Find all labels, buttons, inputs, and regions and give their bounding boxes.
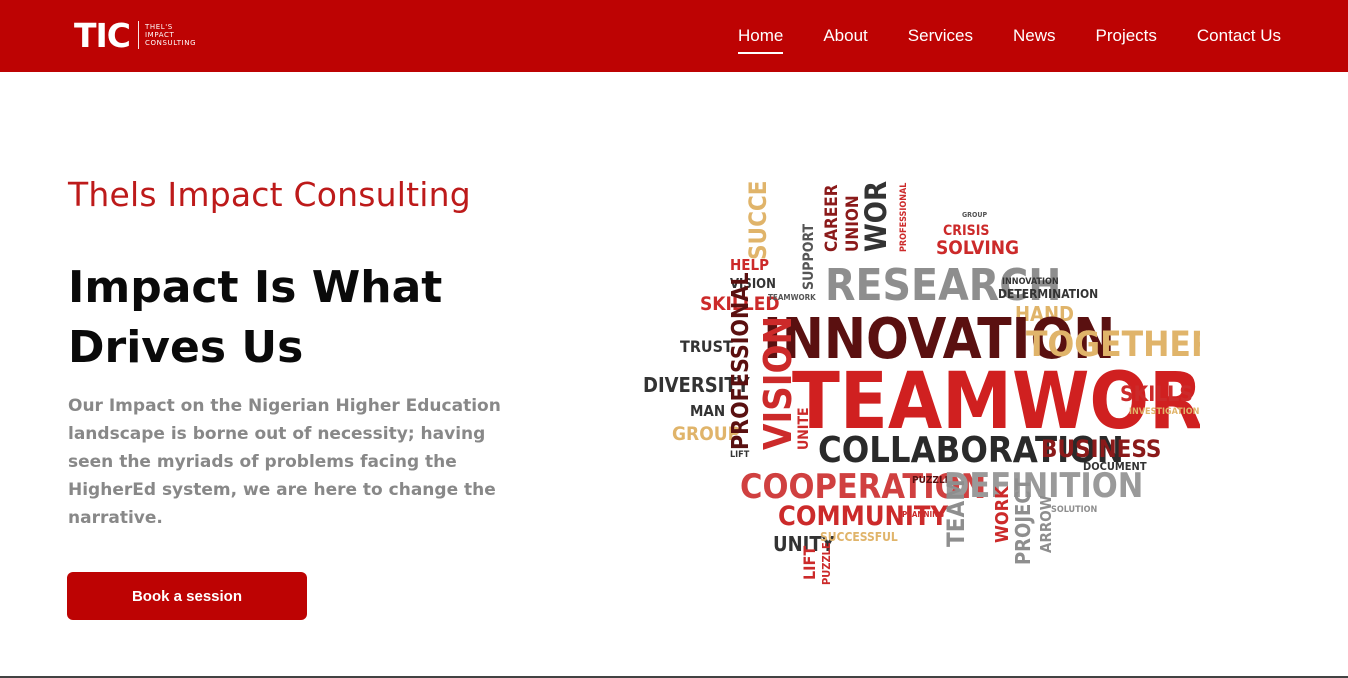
word-cloud-word: WORK: [992, 485, 1013, 543]
hero-headline-line: Impact Is What: [68, 262, 443, 313]
word-cloud-word: TEAM: [942, 479, 970, 547]
word-cloud-word: MAN: [690, 402, 725, 420]
brand-logo[interactable]: TIC THEL'S IMPACT CONSULTING: [74, 18, 196, 52]
word-cloud-word: SKILLS: [1120, 382, 1193, 406]
word-cloud-word: LIFT: [800, 546, 819, 580]
word-cloud-word: SUCCESSFUL: [820, 530, 898, 544]
word-cloud-word: SOLVING: [936, 237, 1019, 259]
hero-eyebrow: Thels Impact Consulting: [68, 175, 471, 214]
nav-link-services[interactable]: Services: [908, 22, 973, 50]
word-cloud-image: SUCCESS CAREER UNIONWORK PROFESSIONAL GROUPC…: [643, 180, 1200, 585]
word-cloud-word: SOLUTION: [1051, 505, 1098, 515]
hero-headline-line: Drives Us: [68, 322, 304, 373]
word-cloud-word: DETERMINATION: [998, 287, 1098, 301]
word-cloud-word: PUZZLE: [820, 542, 833, 585]
word-cloud-word: TRUST: [680, 337, 733, 356]
nav-link-home[interactable]: Home: [737, 22, 784, 54]
word-cloud-word: INNOVATION: [1002, 277, 1059, 287]
hero-description: Our Impact on the Nigerian Higher Educat…: [68, 396, 501, 528]
word-cloud-word: BUSINESS: [1041, 435, 1161, 463]
logo-tagline-line: CONSULTING: [145, 39, 197, 47]
word-cloud-word: SUPPORT: [801, 223, 817, 290]
logo-tagline-line: IMPACT: [145, 31, 175, 39]
word-cloud-word: PLANNING: [902, 510, 944, 519]
main-nav: Home About Services News Projects Contac…: [737, 0, 1281, 72]
word-cloud-word: PROFESSIONAL: [899, 183, 909, 252]
book-session-button[interactable]: Book a session: [67, 572, 307, 620]
nav-link-projects[interactable]: Projects: [1095, 22, 1156, 50]
word-cloud-word: PROJECT: [1011, 477, 1035, 565]
word-cloud-word: GROUP: [962, 211, 987, 219]
word-cloud-word: UNITE: [796, 407, 812, 450]
logo-mark: TIC: [74, 15, 131, 55]
nav-link-contact-us[interactable]: Contact Us: [1197, 22, 1281, 50]
word-cloud-word: PROFESSIONAL: [728, 272, 754, 450]
word-cloud-word: INVESTIGATION: [1129, 407, 1200, 417]
nav-link-about[interactable]: About: [823, 22, 867, 50]
top-navigation-bar: TIC THEL'S IMPACT CONSULTING Home About …: [0, 0, 1348, 72]
word-cloud-word: TEAMWORK: [768, 293, 816, 302]
word-cloud-word: HELP: [730, 256, 769, 274]
word-cloud-word: WORK: [859, 180, 893, 252]
logo-tagline: THEL'S IMPACT CONSULTING: [145, 23, 196, 47]
word-cloud-word: CAREER: [822, 184, 842, 252]
logo-tagline-line: THEL'S: [145, 23, 173, 31]
logo-divider: [138, 21, 140, 49]
nav-link-news[interactable]: News: [1013, 22, 1056, 50]
hero-headline: Impact Is What Drives Us: [68, 258, 548, 378]
word-cloud-word: SUCCESS: [744, 180, 772, 260]
word-cloud-word: LIFT: [730, 450, 750, 460]
word-cloud-word: VISION: [756, 316, 800, 450]
word-cloud-word: ARROW: [1037, 495, 1055, 553]
